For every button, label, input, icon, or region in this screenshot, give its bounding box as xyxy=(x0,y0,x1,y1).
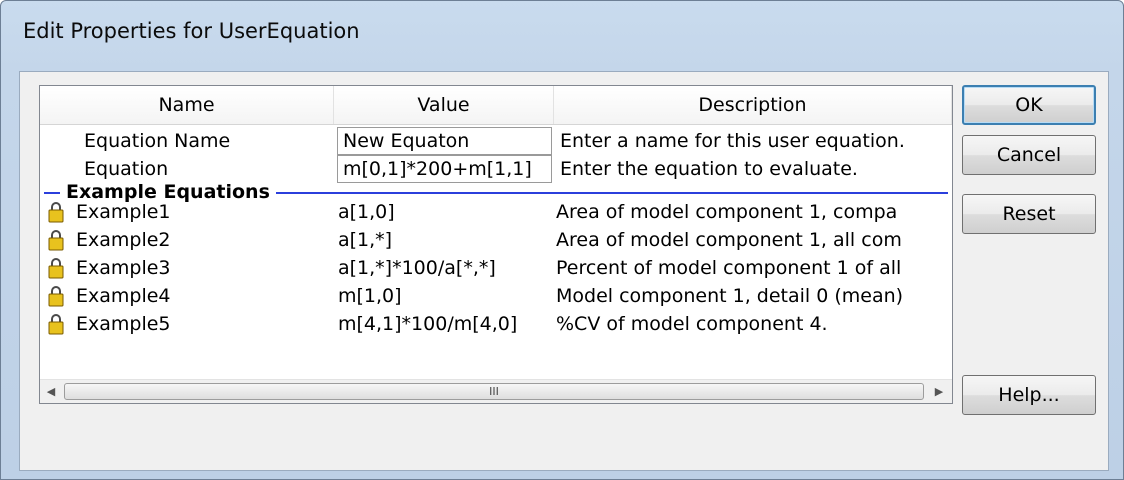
equation-name-field[interactable]: New Equaton xyxy=(337,127,552,155)
column-header-name[interactable]: Name xyxy=(40,86,334,124)
scroll-left-arrow-icon[interactable]: ◀ xyxy=(40,380,62,403)
help-button[interactable]: Help... xyxy=(962,375,1096,415)
row-description: Area of model component 1, all com xyxy=(556,229,902,251)
section-label: Example Equations xyxy=(60,181,276,203)
cancel-button[interactable]: Cancel xyxy=(962,135,1096,175)
column-header-value[interactable]: Value xyxy=(334,86,554,124)
row-value: m[1,0] xyxy=(338,285,402,307)
property-grid[interactable]: Name Value Description Equation Name New… xyxy=(39,85,953,404)
lock-icon xyxy=(48,286,64,307)
scroll-right-arrow-icon[interactable]: ▶ xyxy=(928,380,950,403)
row-value: a[1,0] xyxy=(338,201,395,223)
row-name: Equation Name xyxy=(84,130,231,152)
row-description: Percent of model component 1 of all xyxy=(556,257,902,279)
grid-header: Name Value Description xyxy=(40,86,952,125)
row-name: Example2 xyxy=(76,229,171,251)
ok-button[interactable]: OK xyxy=(962,85,1096,125)
lock-icon xyxy=(48,202,64,223)
lock-icon xyxy=(48,314,64,335)
lock-icon xyxy=(48,230,64,251)
row-name: Equation xyxy=(84,158,169,180)
row-value: a[1,*] xyxy=(338,229,393,251)
row-name: Example5 xyxy=(76,313,171,335)
row-description: Enter the equation to evaluate. xyxy=(560,158,858,180)
dialog-window: Edit Properties for UserEquation Name Va… xyxy=(0,0,1124,480)
row-name: Example1 xyxy=(76,201,171,223)
reset-button[interactable]: Reset xyxy=(962,194,1096,234)
lock-icon xyxy=(48,258,64,279)
scrollbar-thumb[interactable]: III xyxy=(64,383,924,400)
row-name: Example4 xyxy=(76,285,171,307)
horizontal-scrollbar[interactable]: ◀ III ▶ xyxy=(40,379,952,403)
row-value: m[4,1]*100/m[4,0] xyxy=(338,313,518,335)
row-description: %CV of model component 4. xyxy=(556,313,828,335)
column-header-description[interactable]: Description xyxy=(554,86,952,124)
dialog-title: Edit Properties for UserEquation xyxy=(23,19,360,43)
scrollbar-grip: III xyxy=(489,385,499,398)
dialog-client-area: Name Value Description Equation Name New… xyxy=(19,71,1109,471)
row-description: Area of model component 1, compa xyxy=(556,201,898,223)
equation-field[interactable]: m[0,1]*200+m[1,1] xyxy=(337,155,552,183)
row-description: Enter a name for this user equation. xyxy=(560,130,905,152)
row-value: a[1,*]*100/a[*,*] xyxy=(338,257,496,279)
row-description: Model component 1, detail 0 (mean) xyxy=(556,285,904,307)
row-name: Example3 xyxy=(76,257,171,279)
